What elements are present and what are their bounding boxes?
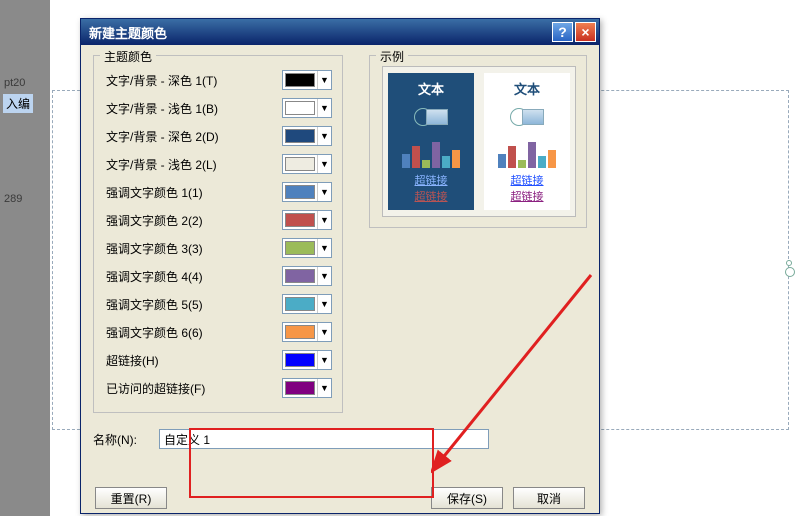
color-dropdown[interactable]: ▼	[282, 182, 332, 202]
chevron-down-icon: ▼	[317, 351, 331, 369]
theme-color-row: 强调文字颜色 6(6) ▼	[106, 318, 332, 346]
theme-color-row: 已访问的超链接(F) ▼	[106, 374, 332, 402]
color-dropdown[interactable]: ▼	[282, 210, 332, 230]
theme-color-row: 强调文字颜色 2(2) ▼	[106, 206, 332, 234]
chevron-down-icon: ▼	[317, 379, 331, 397]
chevron-down-icon: ▼	[317, 155, 331, 173]
color-swatch	[285, 269, 315, 283]
theme-color-row: 文字/背景 - 深色 2(D) ▼	[106, 122, 332, 150]
theme-color-label: 超链接(H)	[106, 352, 282, 369]
theme-color-label: 文字/背景 - 深色 1(T)	[106, 72, 282, 89]
color-dropdown[interactable]: ▼	[282, 378, 332, 398]
theme-color-label: 文字/背景 - 浅色 2(L)	[106, 156, 282, 173]
sample-tile-light: 文本 超链接 超链接	[484, 73, 570, 210]
mini-chart-dark	[402, 136, 460, 168]
chevron-down-icon: ▼	[317, 295, 331, 313]
color-dropdown[interactable]: ▼	[282, 126, 332, 146]
theme-color-row: 强调文字颜色 1(1) ▼	[106, 178, 332, 206]
dialog-title: 新建主题颜色	[89, 23, 550, 42]
theme-color-label: 文字/背景 - 浅色 1(B)	[106, 100, 282, 117]
theme-color-label: 已访问的超链接(F)	[106, 380, 282, 397]
theme-color-label: 文字/背景 - 深色 2(D)	[106, 128, 282, 145]
theme-color-row: 文字/背景 - 深色 1(T) ▼	[106, 66, 332, 94]
sample-preview: 文本 超链接 超链接 文本 超链接 超链接	[382, 66, 576, 217]
chevron-down-icon: ▼	[317, 239, 331, 257]
color-dropdown[interactable]: ▼	[282, 266, 332, 286]
color-swatch	[285, 73, 315, 87]
theme-color-label: 强调文字颜色 3(3)	[106, 240, 282, 257]
theme-color-label: 强调文字颜色 4(4)	[106, 268, 282, 285]
new-theme-colors-dialog: 新建主题颜色 ? × 主题颜色 文字/背景 - 深色 1(T)▼文字/背景 - …	[80, 18, 600, 514]
chevron-down-icon: ▼	[317, 267, 331, 285]
color-swatch	[285, 297, 315, 311]
theme-color-row: 强调文字颜色 3(3) ▼	[106, 234, 332, 262]
color-dropdown[interactable]: ▼	[282, 322, 332, 342]
close-button[interactable]: ×	[575, 22, 596, 42]
background-sidebar: pt20 入编 289	[0, 0, 50, 516]
color-swatch	[285, 157, 315, 171]
cancel-button[interactable]: 取消	[513, 487, 585, 509]
chevron-down-icon: ▼	[317, 183, 331, 201]
color-dropdown[interactable]: ▼	[282, 238, 332, 258]
color-dropdown[interactable]: ▼	[282, 98, 332, 118]
color-swatch	[285, 381, 315, 395]
save-button[interactable]: 保存(S)	[431, 487, 503, 509]
chevron-down-icon: ▼	[317, 211, 331, 229]
theme-color-label: 强调文字颜色 5(5)	[106, 296, 282, 313]
name-row: 名称(N):	[93, 423, 587, 449]
color-swatch	[285, 101, 315, 115]
sample-tile-dark: 文本 超链接 超链接	[388, 73, 474, 210]
theme-color-row: 超链接(H) ▼	[106, 346, 332, 374]
chevron-down-icon: ▼	[317, 99, 331, 117]
reset-button[interactable]: 重置(R)	[95, 487, 167, 509]
color-swatch	[285, 325, 315, 339]
color-swatch	[285, 353, 315, 367]
chevron-down-icon: ▼	[317, 323, 331, 341]
annotation-arrow	[431, 265, 621, 485]
color-dropdown[interactable]: ▼	[282, 154, 332, 174]
color-swatch	[285, 185, 315, 199]
color-dropdown[interactable]: ▼	[282, 70, 332, 90]
color-dropdown[interactable]: ▼	[282, 350, 332, 370]
theme-color-row: 文字/背景 - 浅色 2(L) ▼	[106, 150, 332, 178]
sample-group: 示例 文本 超链接 超链接 文本 超链接 超链接	[369, 55, 587, 228]
color-dropdown[interactable]: ▼	[282, 294, 332, 314]
chevron-down-icon: ▼	[317, 127, 331, 145]
theme-color-label: 强调文字颜色 6(6)	[106, 324, 282, 341]
name-input[interactable]	[159, 429, 489, 449]
chevron-down-icon: ▼	[317, 71, 331, 89]
titlebar: 新建主题颜色 ? ×	[81, 19, 599, 45]
theme-color-row: 强调文字颜色 4(4) ▼	[106, 262, 332, 290]
theme-color-label: 强调文字颜色 1(1)	[106, 184, 282, 201]
theme-colors-legend: 主题颜色	[100, 48, 156, 65]
help-button[interactable]: ?	[552, 22, 573, 42]
theme-color-row: 文字/背景 - 浅色 1(B) ▼	[106, 94, 332, 122]
theme-color-row: 强调文字颜色 5(5) ▼	[106, 290, 332, 318]
sample-legend: 示例	[376, 48, 408, 65]
mini-chart-light	[498, 136, 556, 168]
name-label: 名称(N):	[93, 431, 159, 448]
theme-colors-group: 主题颜色 文字/背景 - 深色 1(T)▼文字/背景 - 浅色 1(B)▼文字/…	[93, 55, 343, 413]
theme-color-label: 强调文字颜色 2(2)	[106, 212, 282, 229]
color-swatch	[285, 241, 315, 255]
color-swatch	[285, 129, 315, 143]
color-swatch	[285, 213, 315, 227]
